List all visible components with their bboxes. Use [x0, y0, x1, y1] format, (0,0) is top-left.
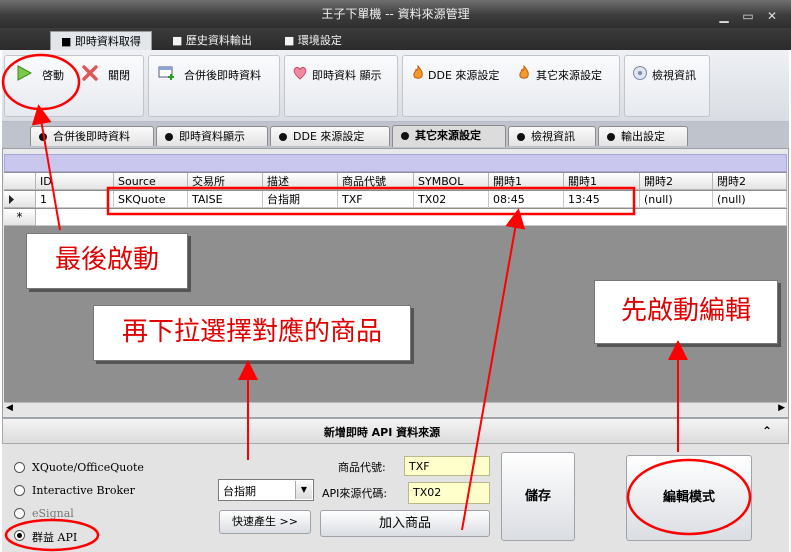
tab-label: 環境設定	[297, 34, 342, 47]
table-cell[interactable]: SKQuote	[114, 191, 188, 208]
close-x-icon	[82, 65, 98, 81]
product-select-value: 台指期	[223, 485, 256, 498]
product-select[interactable]: 台指期 ▼	[218, 479, 314, 501]
subtab-dde-source[interactable]: DDE 來源設定	[270, 126, 390, 146]
subtab-merged-data[interactable]: 合併後即時資料	[30, 126, 154, 146]
radio-ring	[14, 508, 25, 519]
source-settings-group	[402, 55, 620, 117]
horizontal-scrollbar[interactable]: ◀ ▶	[4, 402, 787, 416]
radio-label: Interactive Broker	[32, 484, 135, 497]
column-header[interactable]: ID	[36, 173, 114, 190]
api-code-field[interactable]: TX02	[408, 482, 490, 504]
subtab-inspect-info[interactable]: 檢視資訊	[508, 126, 596, 146]
bullet-icon	[165, 133, 173, 141]
subtab-label: 輸出設定	[621, 130, 665, 143]
add-product-button[interactable]: 加入商品	[320, 510, 490, 537]
product-code-label: 商品代號:	[338, 461, 386, 474]
tab-label: 即時資料取得	[74, 35, 141, 48]
realtime-display-label: 即時資料 顯示	[312, 69, 382, 82]
subtab-realtime-display[interactable]: 即時資料顯示	[156, 126, 268, 146]
table-cell[interactable]: 13:45	[564, 191, 640, 208]
annotation-last-start: 最後啟動	[26, 233, 188, 289]
column-header[interactable]: SYMBOL	[414, 173, 489, 190]
table-cell[interactable]: 1	[36, 191, 114, 208]
add-window-icon	[158, 65, 174, 81]
column-header[interactable]: 描述	[263, 173, 338, 190]
radio-ring	[14, 462, 25, 473]
table-cell[interactable]: TX02	[414, 191, 489, 208]
dde-source-button[interactable]: DDE 來源設定	[428, 67, 499, 83]
play-icon	[16, 65, 33, 81]
api-code-label: API來源代碼:	[322, 487, 388, 500]
flame-icon	[516, 64, 532, 81]
subtab-label: 合併後即時資料	[53, 130, 130, 143]
minimize-icon[interactable]: ▁	[716, 9, 732, 23]
other-source-button[interactable]: 其它來源設定	[536, 67, 602, 83]
table-cell[interactable]: 台指期	[263, 191, 338, 208]
subtab-output-settings[interactable]: 輸出設定	[598, 126, 688, 146]
table-cell[interactable]: (null)	[713, 191, 787, 208]
tab-label: 歷史資料輸出	[185, 34, 252, 47]
bullet-icon	[401, 132, 409, 140]
start-button[interactable]: 啓動	[42, 67, 64, 83]
bullet-icon	[279, 133, 287, 141]
annotation-start-edit: 先啟動編輯	[594, 280, 778, 344]
radio-ring	[14, 530, 25, 541]
table-cell[interactable]: (null)	[640, 191, 713, 208]
bullet-icon	[517, 133, 525, 141]
column-header[interactable]: Source	[114, 173, 188, 190]
product-code-field[interactable]: TXF	[404, 456, 490, 476]
group-by-bar	[4, 154, 787, 172]
close-button[interactable]: 關閉	[108, 67, 130, 83]
table-cell[interactable]: TXF	[338, 191, 414, 208]
heart-icon	[292, 65, 308, 81]
inspect-info-label: 檢視資訊	[652, 69, 696, 82]
row-pointer-icon	[9, 195, 14, 204]
new-row[interactable]	[36, 209, 787, 226]
disc-icon	[632, 65, 648, 81]
edit-mode-button[interactable]: 編輯模式	[626, 455, 752, 541]
dropdown-arrow-icon[interactable]: ▼	[295, 481, 312, 499]
add-source-title: 新增即時 API 資料來源	[323, 426, 441, 439]
tab-environment[interactable]: ■ 環境設定	[274, 31, 352, 50]
radio-ring	[14, 485, 25, 496]
tab-realtime-data[interactable]: ■ 即時資料取得	[50, 31, 152, 50]
column-header[interactable]: 開時1	[489, 173, 564, 190]
radio-label: XQuote/OfficeQuote	[32, 461, 144, 474]
column-header[interactable]: 商品代號	[338, 173, 414, 190]
grid-corner-header	[4, 173, 36, 190]
bullet-icon	[607, 133, 615, 141]
subtab-other-source[interactable]: 其它來源設定	[392, 125, 506, 147]
table-cell[interactable]: TAISE	[188, 191, 263, 208]
tab-history-export[interactable]: ■ 歷史資料輸出	[162, 31, 262, 50]
new-row-marker[interactable]: *	[4, 209, 36, 226]
column-header[interactable]: 開時2	[640, 173, 713, 190]
save-button[interactable]: 儲存	[501, 452, 575, 541]
quick-generate-button[interactable]: 快速產生 >>	[219, 510, 311, 534]
row-selector[interactable]	[4, 191, 36, 208]
scroll-left-icon[interactable]: ◀	[6, 403, 13, 413]
close-window-icon[interactable]: ✕	[764, 9, 780, 23]
subtab-label: 其它來源設定	[415, 129, 481, 142]
table-cell[interactable]: 08:45	[489, 191, 564, 208]
tab-square-icon: ■	[172, 34, 186, 47]
radio-label: eSignal	[32, 507, 74, 520]
window-title: 王子下單機 -- 資料來源管理	[321, 7, 470, 21]
scroll-right-icon[interactable]: ▶	[778, 403, 785, 413]
subtab-label: 即時資料顯示	[179, 130, 245, 143]
tab-square-icon: ■	[284, 34, 298, 47]
radio-label: 群益 API	[32, 531, 78, 544]
bullet-icon	[39, 133, 47, 141]
subtab-label: DDE 來源設定	[293, 130, 365, 143]
subtab-label: 檢視資訊	[531, 130, 575, 143]
flame-icon	[410, 64, 426, 81]
column-header[interactable]: 閉時2	[713, 173, 787, 190]
double-chevron-up-icon[interactable]: ⌃	[762, 424, 772, 438]
merged-data-label: 合併後即時資料	[184, 69, 261, 82]
column-header[interactable]: 交易所	[188, 173, 263, 190]
tab-square-icon: ■	[61, 35, 75, 48]
column-header[interactable]: 關時1	[564, 173, 640, 190]
annotation-pick-product: 再下拉選擇對應的商品	[93, 305, 411, 361]
maximize-icon[interactable]: ▭	[740, 9, 756, 23]
